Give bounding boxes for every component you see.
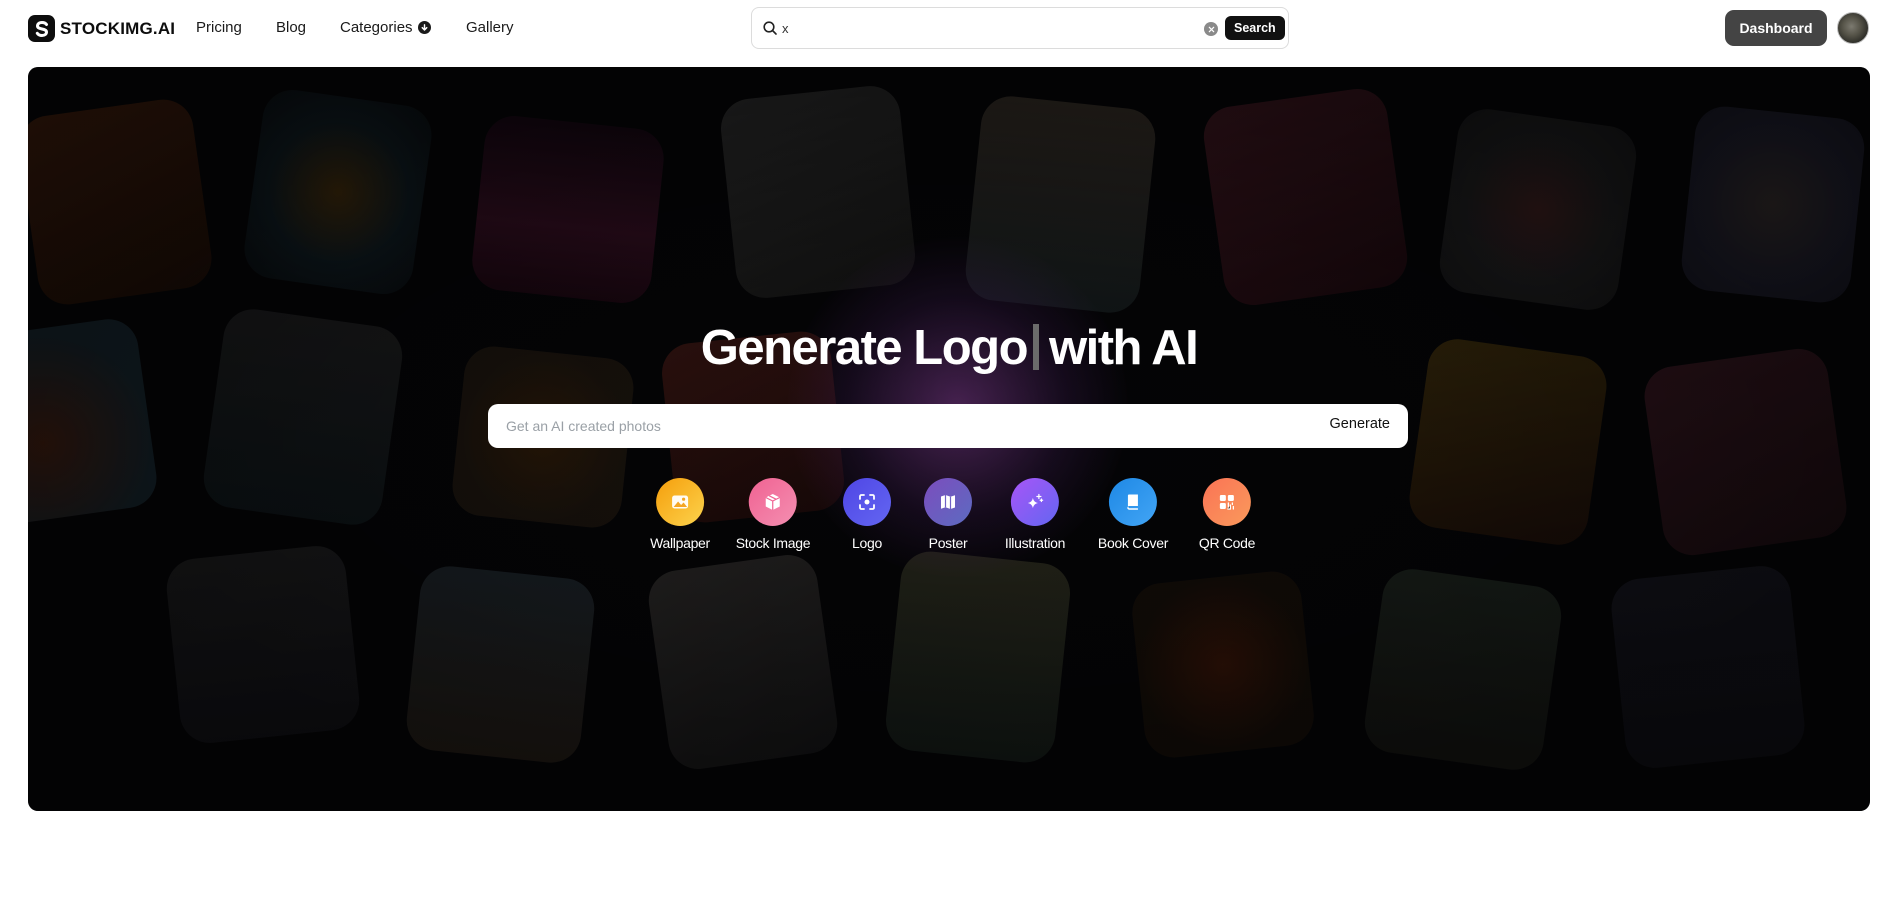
qr-code-icon (1202, 478, 1251, 526)
sparkles-icon (1011, 478, 1059, 526)
clear-search-icon[interactable] (1204, 22, 1218, 36)
search-icon (763, 21, 777, 35)
nav-link-gallery[interactable]: Gallery (466, 19, 514, 36)
category-label: Wallpaper (650, 535, 710, 551)
headline-rest-text: with AI (1049, 321, 1199, 375)
category-illustration[interactable]: Illustration (1005, 478, 1065, 551)
typing-caret (1033, 324, 1039, 370)
nav-link-categories[interactable]: Categories (340, 19, 431, 36)
prompt-bar: Generate (488, 404, 1408, 448)
headline-typed-text: Generate Logo (700, 321, 1029, 375)
hero-section: Generate Logo with AI Generate Wallpaper … (28, 67, 1870, 811)
search-button[interactable]: Search (1225, 16, 1285, 40)
logo-s-icon (28, 15, 55, 42)
category-label: Poster (928, 535, 968, 551)
hero-headline: Generate Logo with AI (28, 320, 1870, 376)
nav-link-blog[interactable]: Blog (276, 19, 306, 36)
user-avatar[interactable] (1837, 12, 1869, 44)
nav-link-categories-label: Categories (340, 19, 413, 36)
map-icon (924, 478, 972, 526)
chevron-down-icon (417, 21, 431, 34)
category-label: Illustration (1004, 535, 1066, 551)
brand-logo[interactable]: STOCKIMG.AI (28, 15, 175, 42)
book-icon (1109, 478, 1157, 526)
category-label: Logo (852, 535, 882, 551)
category-poster[interactable]: Poster (924, 478, 972, 551)
category-label: QR Code (1198, 535, 1256, 551)
category-stock-image[interactable]: Stock Image (736, 478, 811, 551)
category-qr-code[interactable]: QR Code (1199, 478, 1255, 551)
search-input[interactable] (782, 18, 1182, 38)
category-logo[interactable]: Logo (843, 478, 891, 551)
category-wallpaper[interactable]: Wallpaper (650, 478, 710, 551)
dashboard-button[interactable]: Dashboard (1725, 10, 1827, 46)
focus-icon (843, 478, 891, 526)
package-icon (748, 478, 797, 526)
image-icon (656, 478, 704, 526)
search-bar: Search (751, 7, 1289, 49)
top-navbar: STOCKIMG.AI Pricing Blog Categories Gall… (0, 0, 1899, 56)
prompt-input[interactable] (506, 416, 1266, 436)
category-book-cover[interactable]: Book Cover (1098, 478, 1168, 551)
generate-button[interactable]: Generate (1330, 416, 1390, 432)
category-label: Stock Image (735, 535, 811, 551)
category-shortcuts: Wallpaper Stock Image Logo Poster Illust… (28, 478, 1870, 558)
brand-name: STOCKIMG.AI (60, 18, 176, 38)
category-label: Book Cover (1097, 535, 1169, 551)
nav-link-pricing[interactable]: Pricing (196, 19, 242, 36)
